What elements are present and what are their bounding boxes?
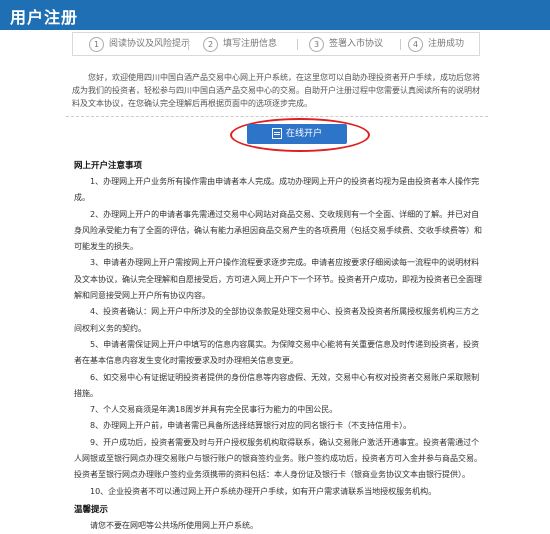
step-separator (188, 39, 189, 50)
step-label: 注册成功 (428, 39, 465, 49)
step-number: 3 (309, 36, 324, 52)
intro-text: 您好，欢迎使用四川中国白酒产品交易中心网上开户系统，在这里您可以自助办理投资者开… (72, 73, 480, 108)
divider (66, 116, 488, 117)
step-number: 2 (203, 36, 218, 52)
registration-steps: 1 阅读协议及风险提示 2 填写注册信息 3 签署入市协议 4 注册成功 (72, 32, 480, 56)
notice-item: 10、企业投资者不可以通过网上开户系统办理开户手续，如有开户需求请联系当地授权服… (90, 486, 437, 496)
notice-section: 网上开户注意事项 1、办理网上开户业务所有操作需由申请者本人完成。成功办理网上开… (74, 159, 484, 534)
notice-item: 3、申请者办理网上开户需按网上开户操作流程要求逐步完成。申请者应按要求仔细阅读每… (74, 258, 482, 301)
step-2: 2 填写注册信息 (203, 33, 277, 55)
step-label: 签署入市协议 (329, 39, 384, 49)
step-4: 4 注册成功 (408, 33, 464, 55)
step-separator (400, 39, 401, 50)
open-account-label: 在线开户 (285, 129, 322, 139)
notice-item: 8、办理网上开户前，申请者需已具备所选择结算银行对应的同名银行卡（不支持信用卡）… (90, 421, 412, 431)
open-account-button[interactable]: 在线开户 (247, 124, 347, 144)
notice-title: 网上开户注意事项 (74, 161, 143, 171)
notice-item: 4、投资者确认：网上开户中所涉及的全部协议条款是处理交易中心、投资者及投资者所属… (74, 307, 480, 333)
step-1: 1 阅读协议及风险提示 (89, 33, 190, 55)
notice-item: 5、申请者需保证网上开户中填写的信息内容属实。为保障交易中心能将有关重要信息及时… (74, 339, 480, 366)
step-separator (297, 39, 298, 50)
title-bar: 用户注册 (0, 0, 550, 30)
step-3: 3 签署入市协议 (309, 33, 383, 55)
tip-title: 温馨提示 (74, 504, 109, 515)
page-title: 用户注册 (10, 8, 79, 27)
notice-item: 1、办理网上开户业务所有操作需由申请者本人完成。成功办理网上开户的投资者均视为是… (74, 177, 480, 203)
notice-item: 7、个人交易商须是年满18周岁并具有完全民事行为能力的中国公民。 (90, 405, 338, 415)
step-label: 阅读协议及风险提示 (109, 39, 191, 49)
notice-item: 9、开户成功后，投资者需要及时与开户授权服务机构取得联系，确认交易账户激活开通事… (74, 437, 482, 480)
notice-item: 6、如交易中心有证据证明投资者提供的身份信息等内容虚假、无效，交易中心有权对投资… (74, 372, 480, 398)
step-number: 4 (408, 36, 423, 52)
tip-text: 请您不要在网吧等公共场所使用网上开户系统。 (90, 520, 258, 530)
step-label: 填写注册信息 (223, 39, 278, 49)
notice-item: 2、办理网上开户的申请者事先需通过交易中心网站对商品交易、交收规则有一个全面、详… (74, 209, 482, 252)
step-number: 1 (89, 36, 104, 52)
document-icon (271, 128, 282, 139)
